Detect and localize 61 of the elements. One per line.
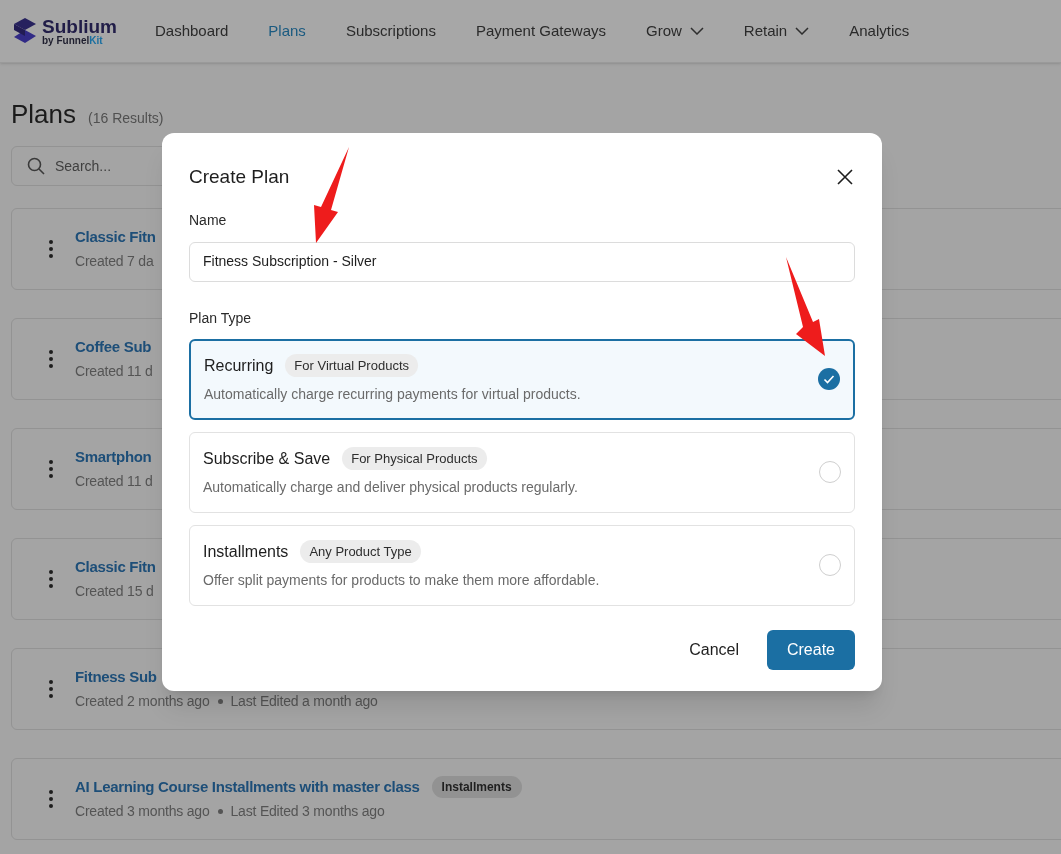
plan-title[interactable]: Classic Fitn [75,225,156,249]
option-tag: Any Product Type [300,539,421,564]
option-tag: For Virtual Products [285,353,418,378]
create-button[interactable]: Create [767,629,855,670]
more-options-icon[interactable] [49,680,53,698]
option-description: Automatically charge recurring payments for virtual products. [204,384,581,404]
option-title: Installments [203,541,289,562]
plan-type-option[interactable]: Recurring For Virtual Products Automatically charge recurring payments for virtual products. [189,338,855,420]
search-placeholder: Search... [55,156,112,176]
bullet-icon [217,809,223,815]
option-tag: For Physical Products [342,446,487,471]
option-title: Subscribe & Save [203,448,331,469]
checked-radio-icon [818,368,840,390]
plan-meta: Created 11 d [75,472,153,492]
more-options-icon[interactable] [49,790,53,808]
option-description: Automatically charge and deliver physical products regularly. [203,477,578,497]
field-label: Name [189,210,228,230]
more-options-icon[interactable] [49,240,53,258]
field-label: Plan Type [189,308,252,328]
nav-link[interactable]: Dashboard [154,19,229,43]
more-options-icon[interactable] [49,350,53,368]
plan-meta: Created 2 months ago [75,692,210,712]
nav-link[interactable]: Analytics [849,19,910,43]
plan-type-option[interactable]: Subscribe & Save For Physical Products Automatically charge and deliver physical products regularly. [189,431,855,513]
more-options-icon[interactable] [49,460,53,478]
plan-title[interactable]: Smartphon [75,445,152,469]
search-icon [27,157,45,175]
plan-type-option[interactable]: Installments Any Product Type Offer split payments for products to make them more affordable. [189,524,855,606]
more-options-icon[interactable] [49,570,53,588]
dialog-title: Create Plan [189,165,290,189]
plan-meta: Created 7 da [75,252,154,272]
plan-meta: Created 11 d [75,362,153,382]
plan-title[interactable]: Coffee Sub [75,335,152,359]
name-field[interactable]: Fitness Subscription - Silver [189,241,855,282]
plan-meta: Created 3 months ago [75,802,210,822]
logo-icon [13,17,37,45]
chevron-down-icon [689,27,704,35]
nav-link[interactable]: Subscriptions [345,19,436,43]
bullet-icon [217,699,223,705]
plan-meta: Last Edited a month ago [230,692,378,712]
plan-title[interactable]: Classic Fitn [75,555,156,579]
option-description: Offer split payments for products to make them more affordable. [203,570,600,590]
cancel-button[interactable]: Cancel [689,637,739,662]
close-icon [837,169,853,186]
plan-card[interactable]: AI Learning Course Installments with master class Installments Created 3 months ago Last Edited 3 months ago [11,758,1061,840]
nav-link[interactable]: Payment Gateways [475,19,606,43]
page-title: Plans [11,98,77,131]
chevron-down-icon [795,27,810,35]
plan-meta: Created 15 d [75,582,154,602]
plan-title[interactable]: AI Learning Course Installments with master class [75,775,420,799]
option-title: Recurring [204,355,274,376]
plan-meta: Last Edited 3 months ago [230,802,385,822]
nav-link[interactable]: Plans [268,19,306,43]
brand-byline: by FunnelKit [42,35,104,46]
brand-name: Sublium [42,16,117,36]
plan-type-tag: Installments [431,776,522,798]
name-value: Fitness Subscription - Silver [203,252,377,271]
plan-title[interactable]: Fitness Sub [75,665,157,689]
nav-link[interactable]: Retain [743,19,810,43]
results-count: (16 Results) [88,109,164,128]
nav-link[interactable]: Grow [646,19,704,43]
